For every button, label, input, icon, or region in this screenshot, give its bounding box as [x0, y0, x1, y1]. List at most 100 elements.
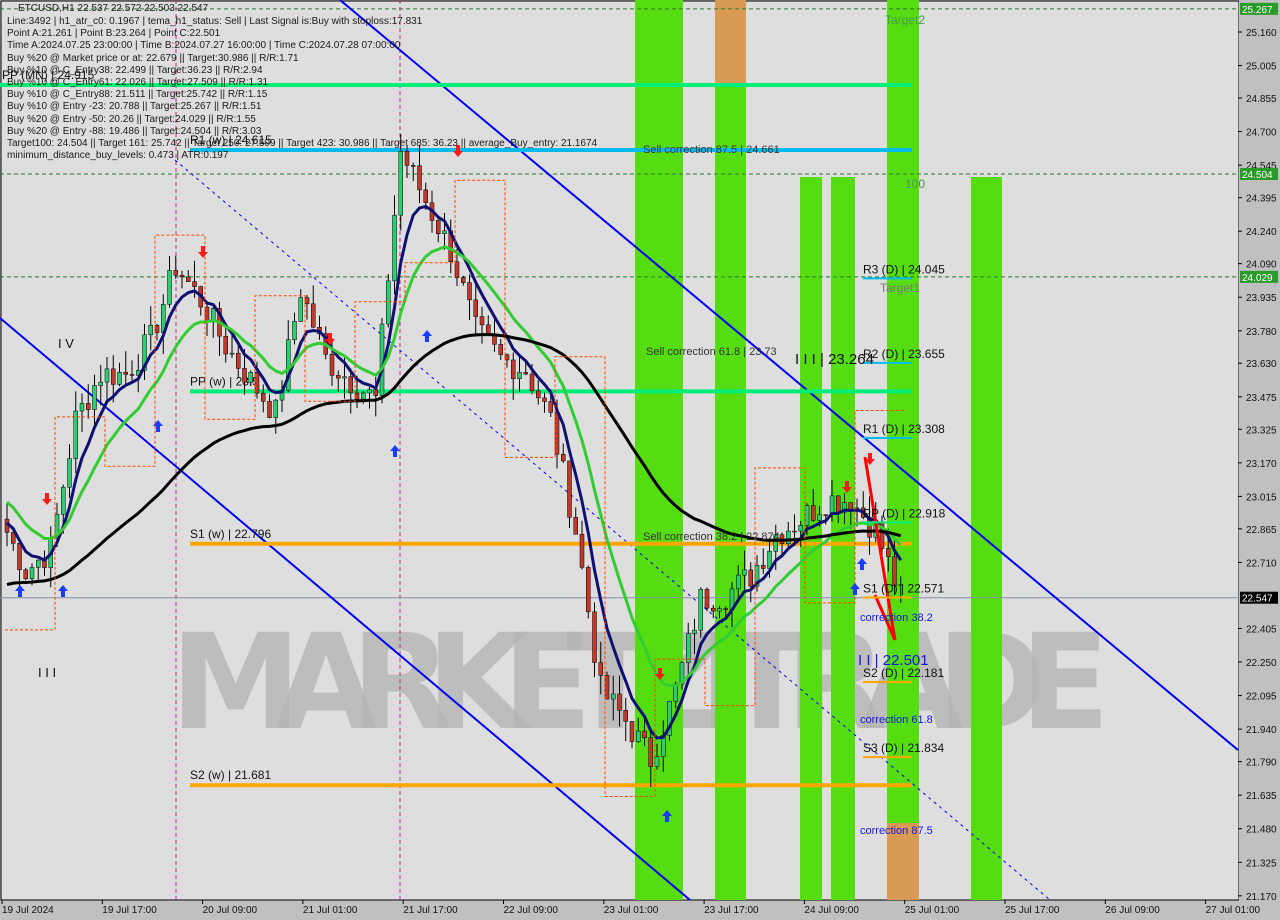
time-tick-label: 22 Jul 09:00: [504, 905, 559, 916]
candle-body: [636, 730, 641, 742]
candle-body: [467, 282, 472, 301]
candle-body: [417, 165, 422, 191]
price-tick-label: 22.710: [1246, 558, 1277, 569]
candle-body: [92, 385, 97, 410]
candle-body: [792, 530, 797, 533]
candle-body: [273, 399, 278, 418]
candle-body: [223, 335, 228, 355]
candle-body: [386, 280, 391, 325]
candle-body: [236, 352, 241, 369]
candle-body: [786, 530, 791, 544]
info-line: Buy %10 @ C_Entry38: 22.499 || Target:36…: [7, 64, 263, 76]
candle-body: [129, 374, 135, 376]
time-tick-label: 20 Jul 09:00: [203, 905, 258, 916]
sell-corr-382-annotation: Sell correction 38.2 | 22.874: [643, 531, 780, 543]
time-tick-label: 19 Jul 17:00: [102, 905, 157, 916]
candle: [667, 700, 672, 741]
candle-body: [692, 629, 697, 634]
price-tick-label: 21.480: [1246, 825, 1277, 836]
price-highlight-label: 22.547: [1242, 594, 1273, 605]
symbol-line: ETCUSD,H1 22.537 22.572 22.503 22.547: [18, 3, 209, 14]
candle-body: [579, 533, 585, 568]
price-tick-label: 25.005: [1246, 62, 1277, 73]
candle-body: [61, 486, 66, 515]
candle-body: [554, 412, 560, 455]
price-tick-label: 22.095: [1246, 692, 1277, 703]
candle-body: [623, 709, 628, 722]
price-tick-label: 23.780: [1246, 327, 1277, 338]
candle: [386, 273, 391, 328]
daily-pivot-label: S3 (D) | 21.834: [863, 741, 944, 755]
candle-body: [686, 633, 691, 663]
price-tick-label: 21.790: [1246, 758, 1277, 769]
candle-body: [479, 316, 485, 326]
time-tick-label: 26 Jul 09:00: [1105, 905, 1160, 916]
candle-body: [398, 150, 403, 216]
wave-iv-annotation: I V: [58, 336, 74, 351]
daily-pivot-label: S1 (D) | 22.571: [863, 582, 944, 596]
info-line: Buy %20 @ Market price or at: 22.679 || …: [7, 52, 299, 64]
level-100-annotation: 100: [905, 177, 925, 191]
candle-body: [498, 344, 503, 355]
price-tick-label: 24.395: [1246, 194, 1277, 205]
price-tick-label: 23.630: [1246, 359, 1277, 370]
time-tick-label: 21 Jul 01:00: [303, 905, 358, 916]
candle-body: [629, 721, 635, 742]
candle-body: [367, 389, 372, 394]
candle-body: [73, 410, 78, 459]
time-tick-label: 23 Jul 17:00: [704, 905, 759, 916]
signal-band: [715, 85, 746, 900]
candle-body: [542, 397, 547, 402]
candle-body: [29, 567, 35, 580]
price-tick-label: 24.090: [1246, 260, 1277, 271]
candle-body: [517, 372, 522, 380]
candle-body: [298, 297, 303, 322]
candle-body: [748, 569, 753, 587]
candle: [586, 565, 591, 619]
candle-body: [473, 299, 478, 317]
candle-body: [598, 662, 603, 676]
info-line: Buy %20 @ Entry -50: 20.26 || Target:24.…: [7, 113, 256, 125]
candle-body: [311, 303, 316, 328]
candle-body: [392, 214, 397, 282]
price-tick-label: 21.635: [1246, 791, 1277, 802]
candle-body: [723, 608, 728, 610]
candle-body: [611, 693, 616, 700]
candle-body: [567, 460, 572, 518]
price-highlight-label: 24.504: [1242, 170, 1273, 181]
candle-body: [548, 401, 553, 413]
candle-body: [267, 401, 272, 418]
price-tick-label: 22.250: [1246, 658, 1277, 669]
corr-382-annotation: correction 38.2: [860, 612, 933, 624]
info-line: Buy %10 @ C_Entry88: 21.511 || Target:25…: [7, 89, 268, 101]
candle-body: [804, 505, 810, 526]
candle-body: [186, 276, 191, 282]
candle-body: [511, 359, 516, 380]
signal-band: [887, 0, 919, 900]
candle-body: [648, 737, 653, 767]
candle-body: [67, 458, 72, 488]
candle-body: [442, 230, 447, 234]
info-line: minimum_distance_buy_levels: 0.473 | ATR…: [7, 150, 229, 162]
candle-body: [336, 375, 341, 379]
point-c-annotation: I I | 22.501: [858, 652, 929, 669]
candle-body: [529, 373, 535, 392]
price-tick-label: 25.160: [1246, 28, 1277, 39]
candle-body: [179, 274, 185, 278]
price-tick-label: 23.475: [1246, 393, 1277, 404]
candle-body: [261, 392, 266, 402]
candle-body: [167, 270, 172, 305]
candle-body: [86, 403, 91, 410]
time-tick-label: 19 Jul 2024: [2, 905, 54, 916]
price-tick-label: 23.170: [1246, 459, 1277, 470]
candle-body: [36, 559, 41, 568]
price-tick-label: 21.325: [1246, 858, 1277, 869]
candle-body: [248, 372, 253, 383]
price-tick-label: 23.015: [1246, 492, 1277, 503]
candle-body: [654, 756, 660, 767]
corr-618-annotation: correction 61.8: [860, 714, 933, 726]
info-line: Buy %20 @ Entry -88: 19.486 || Target:24…: [7, 125, 262, 137]
candle-body: [561, 453, 566, 462]
candle-body: [123, 371, 128, 375]
candle-body: [742, 569, 747, 576]
